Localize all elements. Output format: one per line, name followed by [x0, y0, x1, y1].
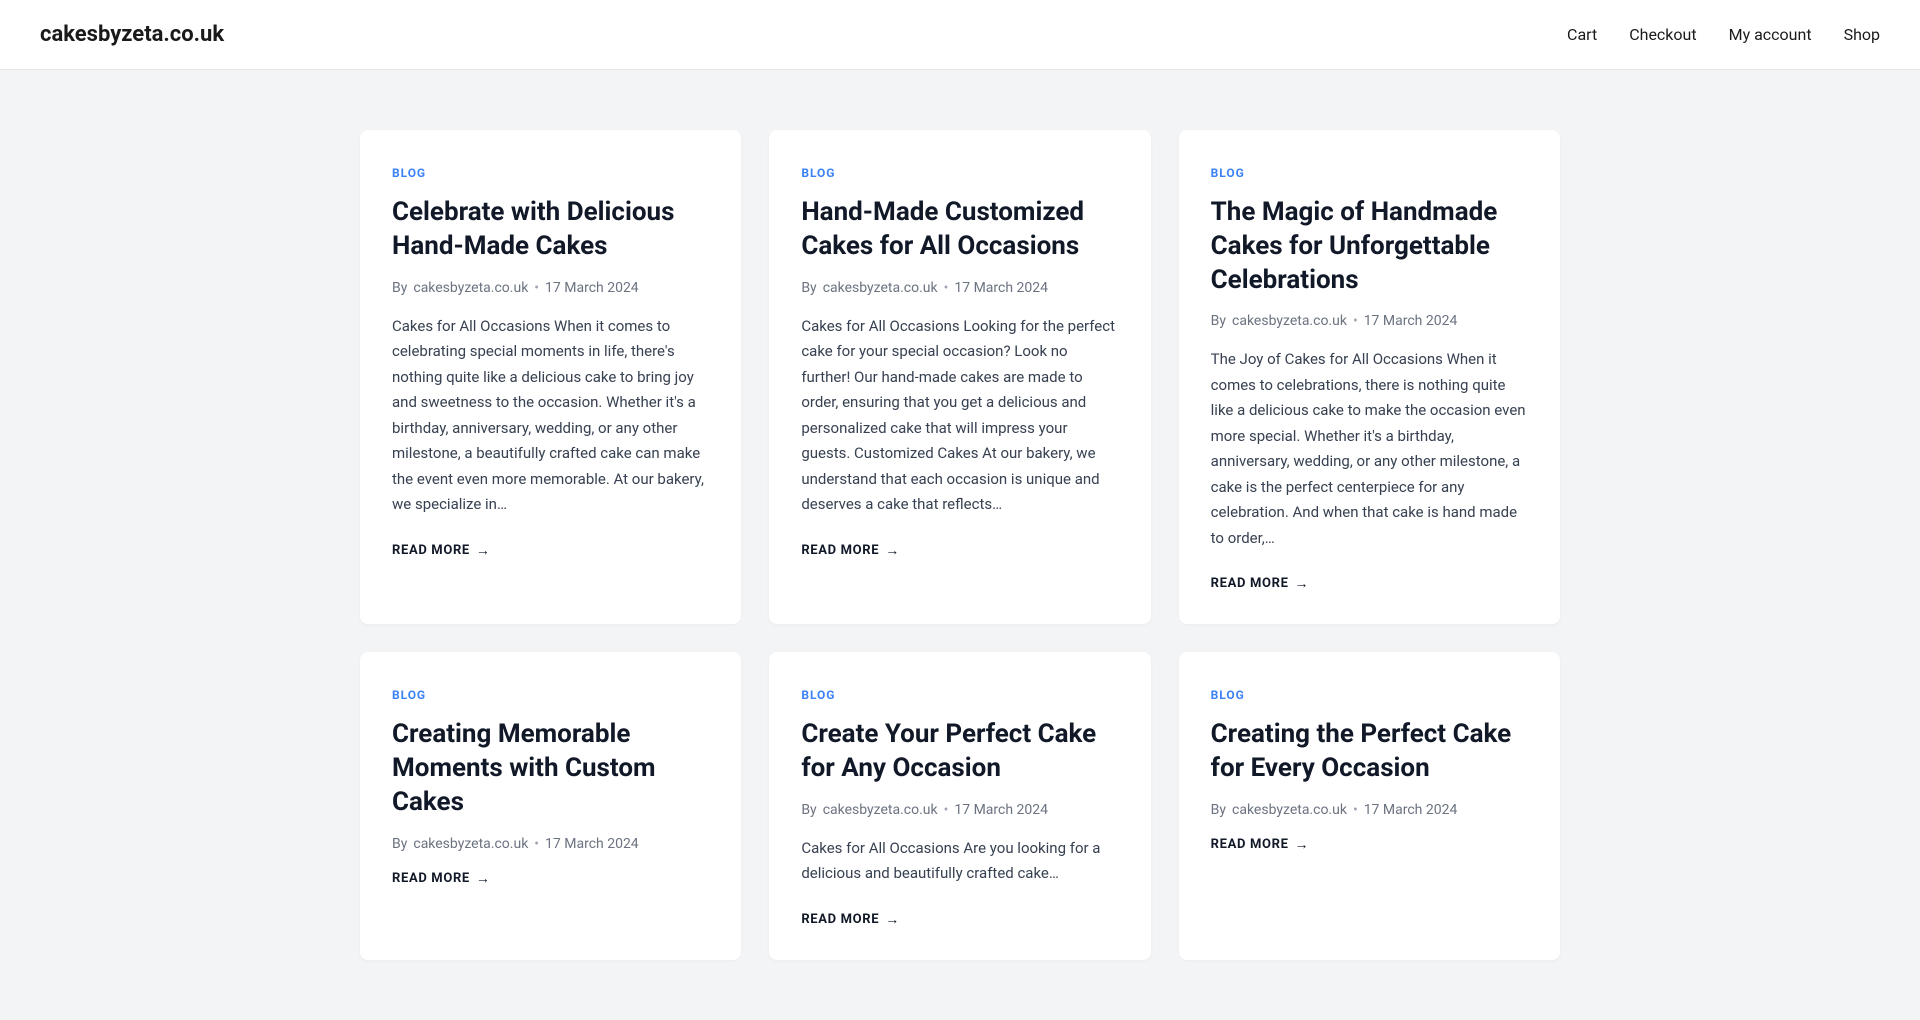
- blog-separator-3: •: [1353, 313, 1358, 329]
- blog-category-1: BLOG: [392, 166, 709, 180]
- read-more-arrow-3: →: [1295, 575, 1310, 592]
- blog-title-5: Create Your Perfect Cake for Any Occasio…: [801, 718, 1118, 786]
- blog-grid: BLOG Celebrate with Delicious Hand-Made …: [360, 130, 1560, 960]
- nav-checkout[interactable]: Checkout: [1629, 25, 1696, 44]
- blog-by-5: By: [801, 802, 816, 818]
- read-more-label-3: READ MORE: [1211, 576, 1289, 591]
- read-more-arrow-6: →: [1295, 836, 1310, 853]
- blog-title-3: The Magic of Handmade Cakes for Unforget…: [1211, 196, 1528, 297]
- blog-by-2: By: [801, 280, 816, 296]
- blog-category-5: BLOG: [801, 688, 1118, 702]
- blog-author-1: cakesbyzeta.co.uk: [413, 280, 528, 296]
- read-more-label-4: READ MORE: [392, 871, 470, 886]
- blog-category-6: BLOG: [1211, 688, 1528, 702]
- blog-category-2: BLOG: [801, 166, 1118, 180]
- blog-card-4: BLOG Creating Memorable Moments with Cus…: [360, 652, 741, 960]
- blog-date-4: 17 March 2024: [545, 836, 639, 852]
- blog-separator-5: •: [944, 802, 949, 818]
- blog-card-5: BLOG Create Your Perfect Cake for Any Oc…: [769, 652, 1150, 960]
- blog-author-6: cakesbyzeta.co.uk: [1232, 802, 1347, 818]
- blog-author-3: cakesbyzeta.co.uk: [1232, 313, 1347, 329]
- blog-title-2: Hand-Made Customized Cakes for All Occas…: [801, 196, 1118, 264]
- blog-separator-6: •: [1353, 802, 1358, 818]
- blog-separator-2: •: [944, 280, 949, 296]
- nav-my-account[interactable]: My account: [1729, 25, 1812, 44]
- read-more-3[interactable]: READ MORE →: [1211, 575, 1528, 592]
- site-logo[interactable]: cakesbyzeta.co.uk: [40, 22, 224, 47]
- blog-excerpt-3: The Joy of Cakes for All Occasions When …: [1211, 347, 1528, 551]
- blog-by-6: By: [1211, 802, 1226, 818]
- read-more-arrow-4: →: [476, 870, 491, 887]
- blog-meta-2: By cakesbyzeta.co.uk • 17 March 2024: [801, 280, 1118, 296]
- blog-card-3: BLOG The Magic of Handmade Cakes for Unf…: [1179, 130, 1560, 624]
- blog-author-5: cakesbyzeta.co.uk: [823, 802, 938, 818]
- read-more-arrow-2: →: [885, 542, 900, 559]
- blog-card-2: BLOG Hand-Made Customized Cakes for All …: [769, 130, 1150, 624]
- read-more-label-2: READ MORE: [801, 543, 879, 558]
- main-content: BLOG Celebrate with Delicious Hand-Made …: [320, 70, 1600, 1020]
- read-more-label-6: READ MORE: [1211, 837, 1289, 852]
- blog-date-6: 17 March 2024: [1364, 802, 1458, 818]
- blog-by-1: By: [392, 280, 407, 296]
- blog-date-2: 17 March 2024: [954, 280, 1048, 296]
- blog-category-3: BLOG: [1211, 166, 1528, 180]
- blog-card-1: BLOG Celebrate with Delicious Hand-Made …: [360, 130, 741, 624]
- blog-meta-1: By cakesbyzeta.co.uk • 17 March 2024: [392, 280, 709, 296]
- blog-excerpt-2: Cakes for All Occasions Looking for the …: [801, 314, 1118, 518]
- read-more-6[interactable]: READ MORE →: [1211, 836, 1528, 853]
- blog-date-5: 17 March 2024: [954, 802, 1048, 818]
- blog-separator-4: •: [534, 836, 539, 852]
- main-nav: Cart Checkout My account Shop: [1567, 25, 1880, 44]
- blog-by-3: By: [1211, 313, 1226, 329]
- blog-author-4: cakesbyzeta.co.uk: [413, 836, 528, 852]
- blog-category-4: BLOG: [392, 688, 709, 702]
- blog-date-3: 17 March 2024: [1364, 313, 1458, 329]
- read-more-2[interactable]: READ MORE →: [801, 542, 1118, 559]
- blog-author-2: cakesbyzeta.co.uk: [823, 280, 938, 296]
- blog-excerpt-1: Cakes for All Occasions When it comes to…: [392, 314, 709, 518]
- blog-by-4: By: [392, 836, 407, 852]
- blog-separator-1: •: [534, 280, 539, 296]
- blog-meta-5: By cakesbyzeta.co.uk • 17 March 2024: [801, 802, 1118, 818]
- blog-title-1: Celebrate with Delicious Hand-Made Cakes: [392, 196, 709, 264]
- blog-meta-3: By cakesbyzeta.co.uk • 17 March 2024: [1211, 313, 1528, 329]
- blog-meta-4: By cakesbyzeta.co.uk • 17 March 2024: [392, 836, 709, 852]
- blog-excerpt-5: Cakes for All Occasions Are you looking …: [801, 836, 1118, 887]
- read-more-label-1: READ MORE: [392, 543, 470, 558]
- read-more-4[interactable]: READ MORE →: [392, 870, 709, 887]
- read-more-label-5: READ MORE: [801, 912, 879, 927]
- site-header: cakesbyzeta.co.uk Cart Checkout My accou…: [0, 0, 1920, 70]
- nav-cart[interactable]: Cart: [1567, 25, 1597, 44]
- nav-shop[interactable]: Shop: [1844, 25, 1880, 44]
- blog-title-4: Creating Memorable Moments with Custom C…: [392, 718, 709, 819]
- blog-card-6: BLOG Creating the Perfect Cake for Every…: [1179, 652, 1560, 960]
- blog-date-1: 17 March 2024: [545, 280, 639, 296]
- read-more-arrow-1: →: [476, 542, 491, 559]
- read-more-1[interactable]: READ MORE →: [392, 542, 709, 559]
- read-more-5[interactable]: READ MORE →: [801, 911, 1118, 928]
- blog-meta-6: By cakesbyzeta.co.uk • 17 March 2024: [1211, 802, 1528, 818]
- blog-title-6: Creating the Perfect Cake for Every Occa…: [1211, 718, 1528, 786]
- read-more-arrow-5: →: [885, 911, 900, 928]
